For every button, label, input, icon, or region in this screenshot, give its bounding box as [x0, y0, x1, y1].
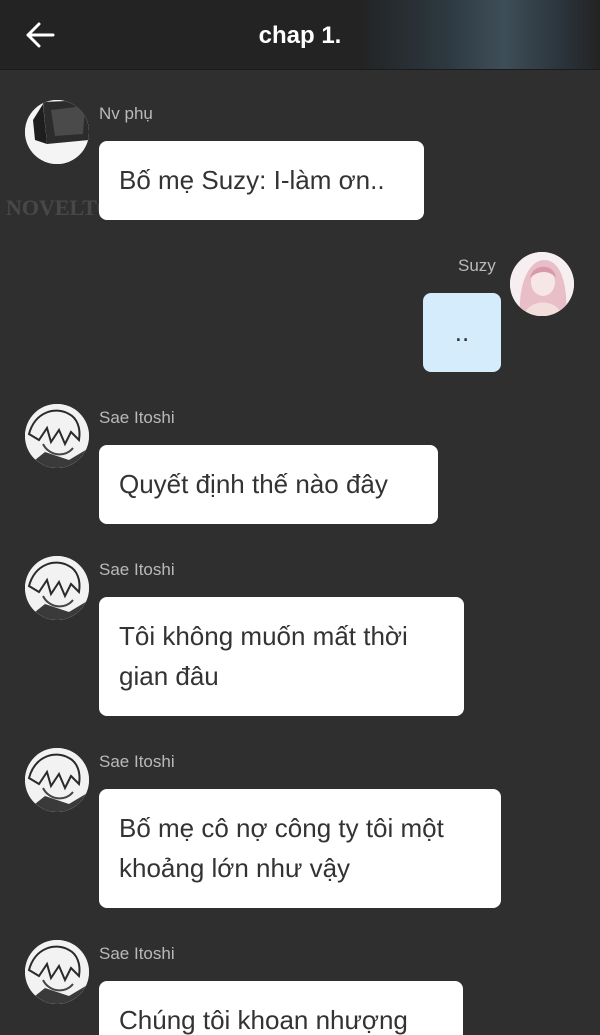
avatar-suzy[interactable] [510, 252, 574, 316]
avatar-image [510, 252, 574, 316]
avatar-sae-itoshi[interactable] [25, 748, 89, 812]
sender-name: Nv phụ [99, 104, 153, 123]
sender-name: Sae Itoshi [99, 944, 175, 963]
sender-name: Sae Itoshi [99, 752, 175, 771]
arrow-left-icon [26, 22, 55, 48]
avatar-image [25, 404, 89, 468]
avatar-image [25, 100, 89, 164]
sender-name: Sae Itoshi [99, 408, 175, 427]
avatar-image [25, 556, 89, 620]
message-bubble[interactable]: Bố mẹ Suzy: I-làm ơn.. [99, 141, 424, 220]
avatar-nv-phu[interactable] [25, 100, 89, 164]
sender-name-self: Suzy [458, 256, 496, 275]
message-bubble[interactable]: Quyết định thế nào đây [99, 445, 438, 524]
top-bar: chap 1. [0, 0, 600, 70]
message-bubble-self[interactable]: .. [423, 293, 501, 372]
back-button[interactable] [20, 17, 60, 53]
sender-name: Sae Itoshi [99, 560, 175, 579]
page-title: chap 1. [0, 0, 600, 69]
message-bubble[interactable]: Tôi không muốn mất thời gian đâu [99, 597, 464, 716]
avatar-sae-itoshi[interactable] [25, 940, 89, 1004]
avatar-image [25, 940, 89, 1004]
avatar-sae-itoshi[interactable] [25, 556, 89, 620]
page-title-text: chap 1. [258, 22, 342, 49]
avatar-sae-itoshi[interactable] [25, 404, 89, 468]
avatar-image [25, 748, 89, 812]
message-bubble[interactable]: Bố mẹ cô nợ công ty tôi một khoảng lớn n… [99, 789, 501, 908]
message-bubble[interactable]: Chúng tôi khoan nhượng [99, 981, 463, 1035]
